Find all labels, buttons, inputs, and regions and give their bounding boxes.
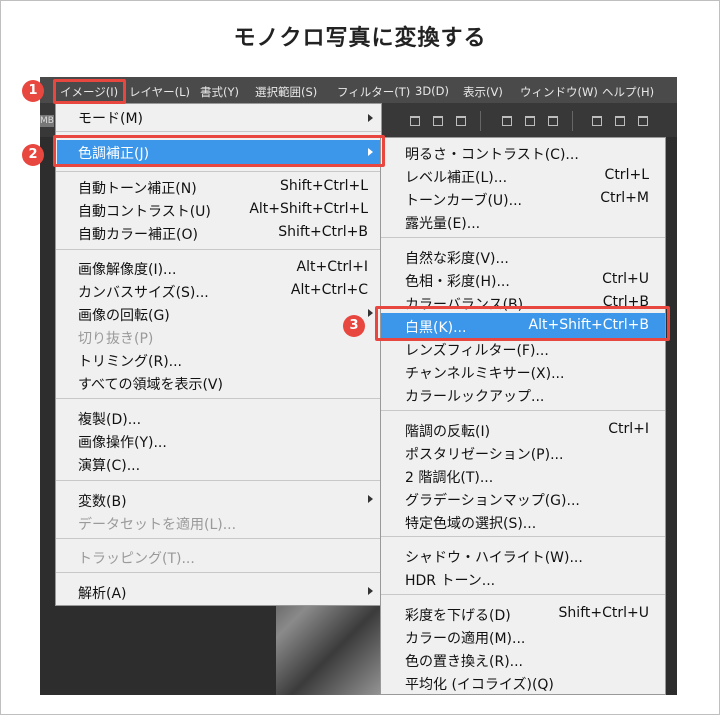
menu-item-analysis[interactable]: 解析(A) [78, 583, 127, 603]
align-bottom-icon[interactable] [456, 116, 466, 126]
shortcut-auto-color: Shift+Ctrl+B [278, 224, 368, 240]
highlight-box-adjustments [53, 135, 385, 167]
toolbar-divider [572, 111, 573, 131]
menu-item-brightness-contrast[interactable]: 明るさ・コントラスト(C)... [405, 144, 579, 164]
distribute-right-icon[interactable] [638, 116, 648, 126]
menu-item-photo-filter[interactable]: レンズフィルター(F)... [405, 340, 549, 360]
document-tab[interactable]: MB [40, 115, 54, 127]
image-menu: モード(M) 色調補正(J) 自動トーン補正(N) Shift+Ctrl+L 自… [55, 103, 382, 606]
highlight-box-black-white [375, 306, 670, 341]
menu-item-curves[interactable]: トーンカーブ(U)... [405, 190, 522, 210]
shortcut-curves: Ctrl+M [600, 190, 649, 206]
step-badge-3: 3 [343, 315, 365, 337]
shortcut-auto-contrast: Alt+Shift+Ctrl+L [249, 201, 368, 217]
distribute-left-icon[interactable] [592, 116, 602, 126]
menu-item-variables[interactable]: 変数(B) [78, 491, 127, 511]
menu-item-reveal-all[interactable]: すべての領域を表示(V) [78, 374, 223, 394]
menu-item-calculations[interactable]: 演算(C)... [78, 455, 140, 475]
menu-item-duplicate[interactable]: 複製(D)... [78, 409, 141, 429]
menu-bar: ) イメージ(I) レイヤー(L) 書式(Y) 選択範囲(S) フィルター(T)… [40, 77, 677, 103]
separator [381, 237, 665, 238]
menu-item-auto-color[interactable]: 自動カラー補正(O) [78, 224, 198, 244]
menu-item-equalize[interactable]: 平均化 (イコライズ)(Q) [405, 674, 554, 694]
align-middle-icon[interactable] [433, 116, 443, 126]
highlight-box-image-menu [53, 79, 126, 104]
menu-layer[interactable]: レイヤー(L) [129, 84, 190, 100]
separator [56, 538, 381, 539]
align-top-icon[interactable] [410, 116, 420, 126]
step-badge-2: 2 [22, 144, 44, 166]
menu-item-image-size[interactable]: 画像解像度(I)... [78, 259, 176, 279]
submenu-arrow-icon [368, 587, 373, 595]
shortcut-invert: Ctrl+I [608, 421, 649, 437]
menu-item-apply-image[interactable]: 画像操作(Y)... [78, 432, 167, 452]
menu-3d[interactable]: 3D(D) [415, 84, 449, 98]
menu-item-levels[interactable]: レベル補正(L)... [405, 167, 507, 187]
submenu-arrow-icon [368, 114, 373, 122]
distribute-middle-icon[interactable] [525, 116, 535, 126]
menu-help[interactable]: ヘルプ(H) [602, 84, 654, 100]
shortcut-desaturate: Shift+Ctrl+U [558, 605, 649, 621]
distribute-center-icon[interactable] [615, 116, 625, 126]
step-badge-1: 1 [22, 80, 44, 102]
separator [56, 398, 381, 399]
menu-item-mode[interactable]: モード(M) [78, 108, 143, 128]
shortcut-image-size: Alt+Ctrl+I [296, 259, 368, 275]
separator [381, 594, 665, 595]
adjustments-submenu: 明るさ・コントラスト(C)... レベル補正(L)... Ctrl+L トーンカ… [380, 137, 666, 695]
separator [56, 572, 381, 573]
menu-item-vibrance[interactable]: 自然な彩度(V)... [405, 248, 509, 268]
menu-view[interactable]: 表示(V) [463, 84, 503, 100]
menu-item-match-color[interactable]: カラーの適用(M)... [405, 628, 525, 648]
menu-type[interactable]: 書式(Y) [200, 84, 239, 100]
menu-item-replace-color[interactable]: 色の置き換え(R)... [405, 651, 523, 671]
menu-window[interactable]: ウィンドウ(W) [520, 84, 598, 100]
distribute-bottom-icon[interactable] [548, 116, 558, 126]
menu-item-trap: トラッピング(T)... [78, 551, 195, 567]
menu-item-posterize[interactable]: ポスタリゼーション(P)... [405, 444, 563, 464]
menu-item-auto-contrast[interactable]: 自動コントラスト(U) [78, 201, 211, 221]
shortcut-hue-saturation: Ctrl+U [602, 271, 649, 287]
menu-item-invert[interactable]: 階調の反転(I) [405, 421, 490, 441]
menu-item-rotation[interactable]: 画像の回転(G) [78, 305, 170, 325]
separator [56, 249, 381, 250]
menu-item-threshold[interactable]: 2 階調化(T)... [405, 467, 493, 487]
toolbar-divider [480, 111, 481, 131]
separator [381, 410, 665, 411]
menu-filter[interactable]: フィルター(T) [337, 84, 410, 100]
menu-item-crop: 切り抜き(P) [78, 331, 154, 347]
menu-item-apply-dataset: データセットを適用(L)... [78, 517, 237, 533]
shortcut-levels: Ctrl+L [604, 167, 649, 183]
page-title: モノクロ写真に変換する [233, 26, 487, 51]
menu-item-desaturate[interactable]: 彩度を下げる(D) [405, 605, 511, 625]
menu-item-channel-mixer[interactable]: チャンネルミキサー(X)... [405, 363, 564, 383]
menu-select[interactable]: 選択範囲(S) [255, 84, 317, 100]
separator [381, 536, 665, 537]
menu-item-auto-tone[interactable]: 自動トーン補正(N) [78, 178, 197, 198]
distribute-top-icon[interactable] [502, 116, 512, 126]
menu-item-color-lookup[interactable]: カラールックアップ... [405, 386, 544, 406]
menu-item-hdr-toning[interactable]: HDR トーン... [405, 570, 495, 590]
menu-item-shadows-highlights[interactable]: シャドウ・ハイライト(W)... [405, 547, 583, 567]
menu-item-hue-saturation[interactable]: 色相・彩度(H)... [405, 271, 510, 291]
menu-item-selective-color[interactable]: 特定色域の選択(S)... [405, 513, 536, 533]
menu-item-exposure[interactable]: 露光量(E)... [405, 213, 480, 233]
submenu-arrow-icon [368, 495, 373, 503]
separator [56, 480, 381, 481]
menu-item-trim[interactable]: トリミング(R)... [78, 351, 182, 371]
shortcut-auto-tone: Shift+Ctrl+L [280, 178, 368, 194]
separator [56, 131, 381, 132]
menu-item-gradient-map[interactable]: グラデーションマップ(G)... [405, 490, 580, 510]
submenu-arrow-icon [368, 309, 373, 317]
shortcut-canvas-size: Alt+Ctrl+C [290, 282, 368, 298]
separator [56, 171, 381, 172]
menu-item-canvas-size[interactable]: カンバスサイズ(S)... [78, 282, 209, 302]
